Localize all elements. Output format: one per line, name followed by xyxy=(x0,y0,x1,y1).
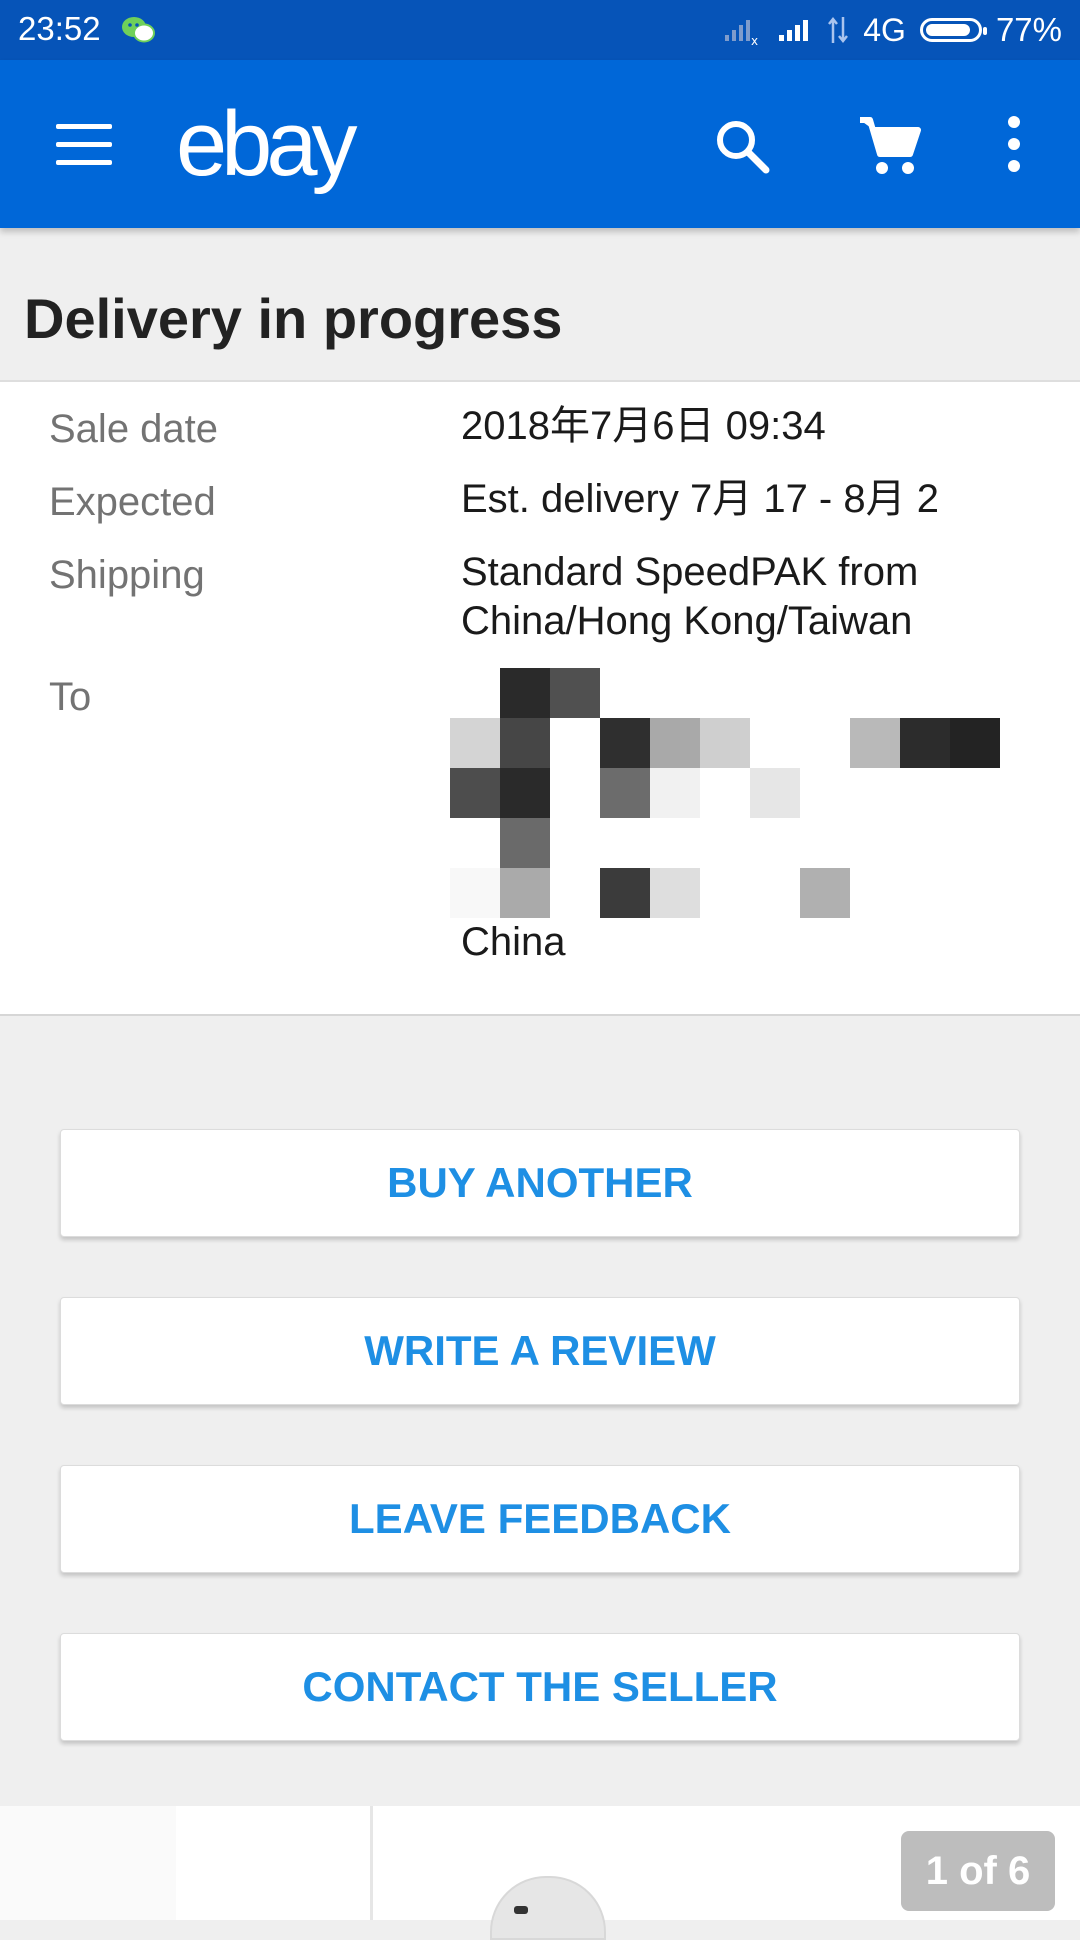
gallery-divider xyxy=(370,1806,373,1920)
signal-x-icon: x xyxy=(725,20,758,45)
shipping-value-line2: China/Hong Kong/Taiwan xyxy=(461,599,913,643)
shipping-label: Shipping xyxy=(49,553,205,597)
battery-percent: 77% xyxy=(995,11,1062,48)
signal-icon xyxy=(779,20,809,41)
app-bar: ebay xyxy=(0,60,1080,228)
ebay-logo[interactable]: ebay xyxy=(176,92,357,197)
status-icons: x 4G 77% xyxy=(723,10,1062,50)
page-title: Delivery in progress xyxy=(24,287,563,350)
menu-icon[interactable] xyxy=(56,124,112,166)
redacted-address xyxy=(450,668,1002,920)
cart-icon[interactable] xyxy=(858,114,922,178)
expected-value: Est. delivery 7月 17 - 8月 2 xyxy=(461,477,939,521)
status-bar: 23:52 x 4G 77% xyxy=(0,0,1080,60)
product-image[interactable] xyxy=(490,1876,606,1940)
shipping-value-line1: Standard SpeedPAK from xyxy=(461,550,919,594)
wechat-icon xyxy=(122,17,155,43)
gallery-thumb-left xyxy=(0,1806,176,1920)
battery-icon xyxy=(919,18,987,42)
to-country-value: China xyxy=(461,920,566,964)
gallery-page-counter: 1 of 6 xyxy=(901,1831,1055,1911)
write-review-button[interactable]: WRITE A REVIEW xyxy=(60,1297,1020,1405)
sale-date-label: Sale date xyxy=(49,407,219,451)
svg-text:x: x xyxy=(751,34,758,45)
buy-another-button[interactable]: BUY ANOTHER xyxy=(60,1129,1020,1237)
status-time: 23:52 xyxy=(18,10,101,47)
expected-label: Expected xyxy=(49,480,216,524)
leave-feedback-button[interactable]: LEAVE FEEDBACK xyxy=(60,1465,1020,1573)
data-arrows-icon xyxy=(828,16,849,44)
search-icon[interactable] xyxy=(712,116,772,176)
network-type: 4G xyxy=(863,11,906,48)
more-vert-icon[interactable] xyxy=(1000,116,1028,176)
contact-seller-button[interactable]: CONTACT THE SELLER xyxy=(60,1633,1020,1741)
sale-date-value: 2018年7月6日 09:34 xyxy=(461,404,826,448)
to-label: To xyxy=(49,675,92,719)
